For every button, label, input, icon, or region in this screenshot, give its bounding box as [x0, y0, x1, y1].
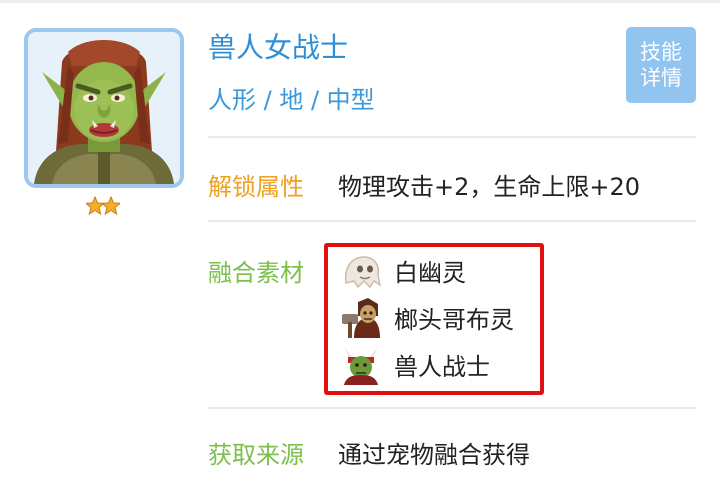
unlock-label: 解锁属性 [208, 173, 304, 201]
pet-portrait[interactable] [24, 28, 184, 188]
divider [208, 407, 696, 409]
material-name: 白幽灵 [394, 258, 466, 287]
material-item[interactable]: 榔头哥布灵 [340, 295, 514, 339]
pet-name: 兽人女战士 [208, 31, 349, 64]
materials-label: 融合素材 [208, 259, 304, 287]
skill-details-button[interactable]: 技能 详情 [626, 27, 696, 103]
source-label: 获取来源 [208, 441, 304, 469]
orc-female-warrior-image [28, 32, 180, 184]
divider [208, 220, 696, 222]
skill-button-line2: 详情 [640, 66, 682, 90]
materials-highlight-box: 白幽灵 榔头哥布灵 兽人战士 [324, 243, 544, 395]
material-name: 榔头哥布灵 [394, 305, 514, 334]
star-rating [86, 196, 120, 216]
divider [208, 136, 696, 138]
white-ghost-icon [340, 249, 382, 291]
top-divider [0, 0, 720, 3]
unlock-value: 物理攻击+2，生命上限+20 [338, 173, 641, 201]
star-icon [86, 196, 106, 216]
orc-warrior-icon [340, 343, 382, 385]
source-value: 通过宠物融合获得 [338, 441, 530, 469]
star-icon [100, 196, 120, 216]
pet-tags: 人形 / 地 / 中型 [208, 86, 375, 114]
material-item[interactable]: 兽人战士 [340, 342, 490, 386]
material-item[interactable]: 白幽灵 [340, 248, 466, 292]
hammer-goblin-icon [340, 296, 382, 338]
material-name: 兽人战士 [394, 352, 490, 381]
skill-button-line1: 技能 [640, 40, 682, 64]
